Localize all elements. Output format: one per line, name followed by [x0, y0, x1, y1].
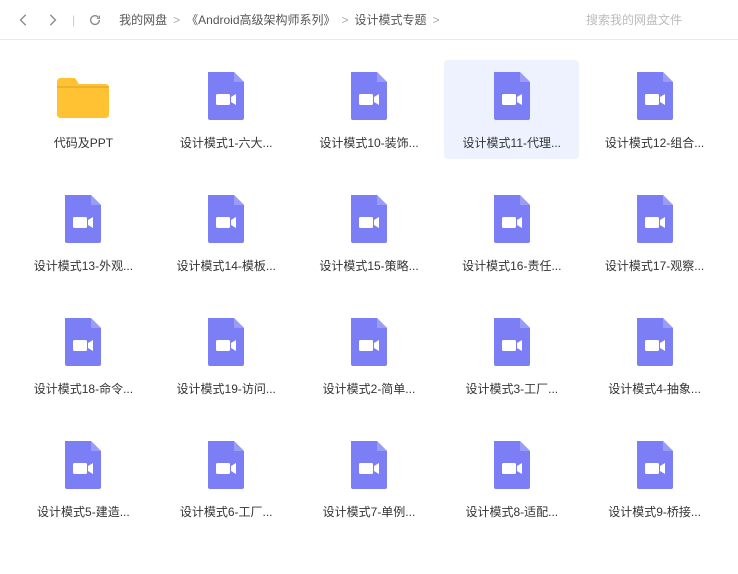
file-label: 设计模式3-工厂... [465, 380, 558, 397]
file-label: 设计模式13-外观... [34, 257, 133, 274]
file-item[interactable]: 设计模式1-六大... [159, 60, 294, 159]
file-item[interactable]: 设计模式4-抽象... [587, 306, 722, 405]
file-icon-wrap [55, 191, 111, 247]
file-item[interactable]: 设计模式9-桥接... [587, 429, 722, 528]
breadcrumb: 我的网盘 > 《Android高级架构师系列》 > 设计模式专题 > [119, 11, 582, 28]
file-item[interactable]: 设计模式19-访问... [159, 306, 294, 405]
file-label: 设计模式7-单例... [323, 503, 416, 520]
file-item[interactable]: 设计模式15-策略... [302, 183, 437, 282]
file-icon-wrap [484, 437, 540, 493]
file-item[interactable]: 设计模式17-观察... [587, 183, 722, 282]
video-file-icon [347, 439, 391, 491]
file-icon-wrap [55, 314, 111, 370]
breadcrumb-item[interactable]: 《Android高级架构师系列》 [186, 11, 335, 28]
breadcrumb-item[interactable]: 我的网盘 [119, 11, 167, 28]
video-file-icon [204, 70, 248, 122]
file-item[interactable]: 设计模式7-单例... [302, 429, 437, 528]
folder-item[interactable]: 代码及PPT [16, 60, 151, 159]
file-item[interactable]: 设计模式16-责任... [444, 183, 579, 282]
file-label: 设计模式1-六大... [180, 134, 273, 151]
breadcrumb-item[interactable]: 设计模式专题 [355, 11, 427, 28]
file-label: 设计模式19-访问... [177, 380, 276, 397]
file-icon-wrap [55, 437, 111, 493]
file-item[interactable]: 设计模式13-外观... [16, 183, 151, 282]
file-icon-wrap [627, 68, 683, 124]
refresh-button[interactable] [83, 8, 107, 32]
file-label: 代码及PPT [54, 134, 113, 151]
toolbar-divider: | [72, 13, 75, 27]
video-file-icon [633, 316, 677, 368]
file-icon-wrap [341, 314, 397, 370]
breadcrumb-separator: > [173, 13, 180, 27]
file-icon-wrap [341, 191, 397, 247]
file-icon-wrap [55, 68, 111, 124]
breadcrumb-separator: > [342, 13, 349, 27]
search-input[interactable] [586, 8, 726, 32]
file-icon-wrap [198, 68, 254, 124]
refresh-icon [88, 13, 102, 27]
file-label: 设计模式6-工厂... [180, 503, 273, 520]
file-item[interactable]: 设计模式14-模板... [159, 183, 294, 282]
video-file-icon [347, 316, 391, 368]
video-file-icon [490, 70, 534, 122]
file-label: 设计模式18-命令... [34, 380, 133, 397]
file-icon-wrap [198, 314, 254, 370]
file-icon-wrap [484, 314, 540, 370]
file-label: 设计模式5-建造... [37, 503, 130, 520]
video-file-icon [490, 316, 534, 368]
file-label: 设计模式11-代理... [463, 134, 561, 151]
file-icon-wrap [341, 68, 397, 124]
file-item[interactable]: 设计模式3-工厂... [444, 306, 579, 405]
file-label: 设计模式9-桥接... [608, 503, 701, 520]
toolbar: | 我的网盘 > 《Android高级架构师系列》 > 设计模式专题 > [0, 0, 738, 40]
file-label: 设计模式12-组合... [605, 134, 704, 151]
video-file-icon [61, 316, 105, 368]
file-icon-wrap [198, 437, 254, 493]
file-label: 设计模式10-装饰... [319, 134, 418, 151]
file-icon-wrap [484, 191, 540, 247]
file-item[interactable]: 设计模式18-命令... [16, 306, 151, 405]
video-file-icon [204, 316, 248, 368]
video-file-icon [347, 193, 391, 245]
video-file-icon [490, 439, 534, 491]
video-file-icon [633, 193, 677, 245]
breadcrumb-separator: > [433, 13, 440, 27]
video-file-icon [61, 193, 105, 245]
file-label: 设计模式8-适配... [465, 503, 558, 520]
file-icon-wrap [198, 191, 254, 247]
file-icon-wrap [627, 437, 683, 493]
file-item[interactable]: 设计模式10-装饰... [302, 60, 437, 159]
file-item[interactable]: 设计模式5-建造... [16, 429, 151, 528]
file-item[interactable]: 设计模式8-适配... [444, 429, 579, 528]
video-file-icon [204, 193, 248, 245]
file-item[interactable]: 设计模式2-简单... [302, 306, 437, 405]
video-file-icon [633, 439, 677, 491]
chevron-left-icon [17, 13, 31, 27]
file-label: 设计模式15-策略... [319, 257, 418, 274]
file-label: 设计模式17-观察... [605, 257, 704, 274]
file-label: 设计模式4-抽象... [608, 380, 701, 397]
file-icon-wrap [484, 68, 540, 124]
file-label: 设计模式2-简单... [323, 380, 416, 397]
video-file-icon [490, 193, 534, 245]
file-item[interactable]: 设计模式12-组合... [587, 60, 722, 159]
file-icon-wrap [341, 437, 397, 493]
folder-icon [55, 72, 111, 120]
file-item[interactable]: 设计模式6-工厂... [159, 429, 294, 528]
back-button[interactable] [12, 8, 36, 32]
video-file-icon [633, 70, 677, 122]
file-grid: 代码及PPT 设计模式1-六大... 设计模式10-装饰... 设计模式11-代… [0, 40, 738, 548]
file-item[interactable]: 设计模式11-代理... [444, 60, 579, 159]
forward-button[interactable] [40, 8, 64, 32]
file-icon-wrap [627, 314, 683, 370]
chevron-right-icon [45, 13, 59, 27]
video-file-icon [61, 439, 105, 491]
video-file-icon [347, 70, 391, 122]
file-icon-wrap [627, 191, 683, 247]
file-label: 设计模式14-模板... [177, 257, 276, 274]
file-label: 设计模式16-责任... [462, 257, 561, 274]
video-file-icon [204, 439, 248, 491]
